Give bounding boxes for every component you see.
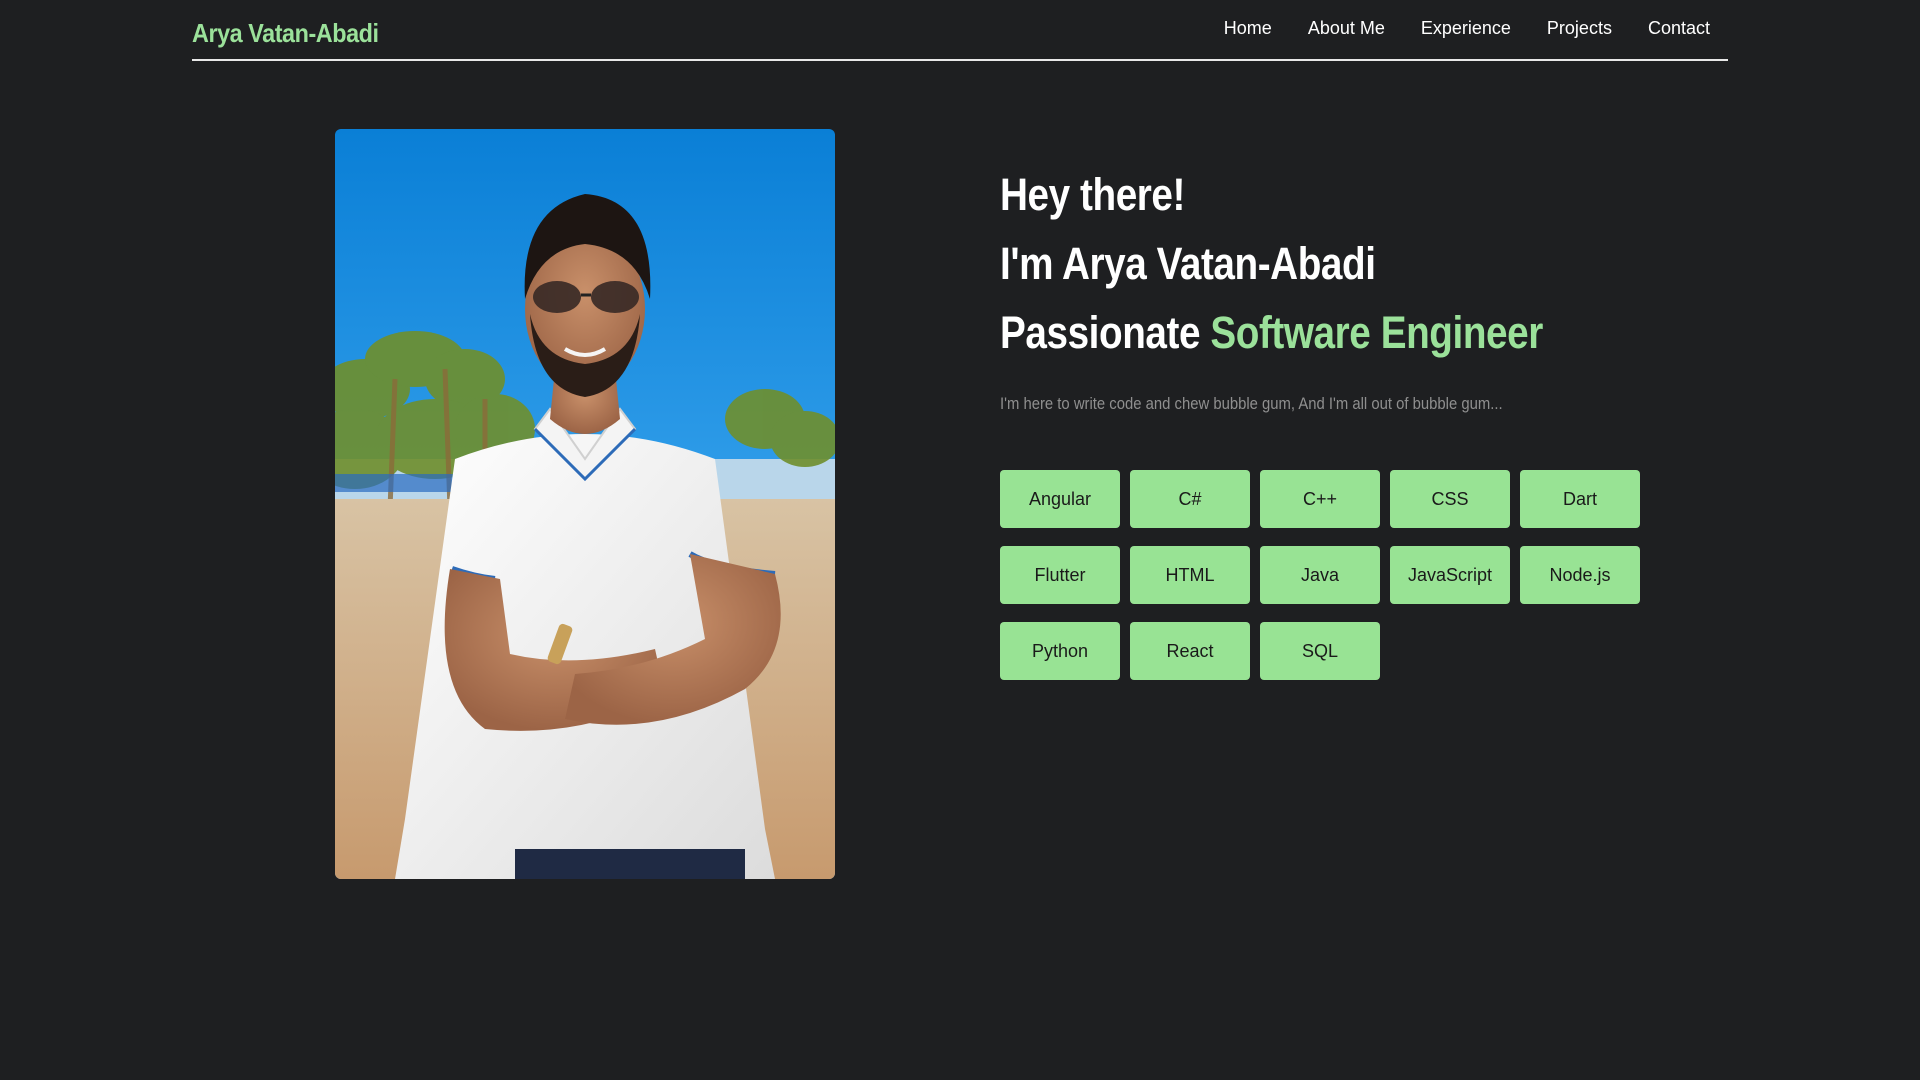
nav-about-me-link[interactable]: About Me bbox=[1290, 18, 1403, 39]
skill-button[interactable]: Angular bbox=[1000, 470, 1120, 528]
skill-button[interactable]: JavaScript bbox=[1390, 546, 1510, 604]
skill-button[interactable]: Dart bbox=[1520, 470, 1640, 528]
skill-button[interactable]: C++ bbox=[1260, 470, 1380, 528]
hero-tagline: I'm here to write code and chew bubble g… bbox=[1000, 395, 1503, 413]
skill-button[interactable]: Node.js bbox=[1520, 546, 1640, 604]
nav-links: Home About Me Experience Projects Contac… bbox=[1206, 0, 1728, 58]
nav-experience-link[interactable]: Experience bbox=[1403, 18, 1529, 39]
nav-projects-link[interactable]: Projects bbox=[1529, 18, 1630, 39]
hero-section: Hey there! I'm Arya Vatan-Abadi Passiona… bbox=[1000, 160, 1760, 414]
nav-home-link[interactable]: Home bbox=[1206, 18, 1290, 39]
hero-name: I'm Arya Vatan-Abadi bbox=[1000, 238, 1376, 289]
skill-button[interactable]: HTML bbox=[1130, 546, 1250, 604]
skill-button[interactable]: C# bbox=[1130, 470, 1250, 528]
skill-button[interactable]: SQL bbox=[1260, 622, 1380, 680]
skill-button[interactable]: Flutter bbox=[1000, 546, 1120, 604]
navbar: Arya Vatan-Abadi Home About Me Experienc… bbox=[192, 0, 1728, 61]
skill-button[interactable]: React bbox=[1130, 622, 1250, 680]
brand-logo-link[interactable]: Arya Vatan-Abadi bbox=[192, 18, 379, 49]
hero-greeting: Hey there! bbox=[1000, 169, 1185, 220]
skills-grid: Angular C# C++ CSS Dart Flutter HTML Jav… bbox=[1000, 470, 1650, 680]
profile-photo bbox=[335, 129, 835, 879]
skill-button[interactable]: CSS bbox=[1390, 470, 1510, 528]
hero-role-prefix: Passionate bbox=[1000, 307, 1211, 358]
skill-button[interactable]: Python bbox=[1000, 622, 1120, 680]
hero-role: Passionate Software Engineer bbox=[1000, 298, 1654, 367]
hero-role-accent: Software Engineer bbox=[1210, 307, 1543, 358]
skill-button[interactable]: Java bbox=[1260, 546, 1380, 604]
nav-contact-link[interactable]: Contact bbox=[1630, 18, 1728, 39]
